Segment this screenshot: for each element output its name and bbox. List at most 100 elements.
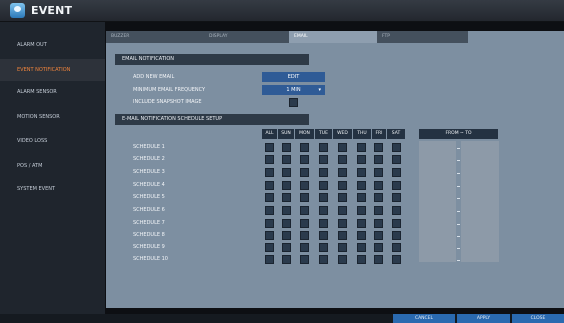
schedule-3-sat-checkbox[interactable] (392, 168, 401, 177)
schedule-8-thu-checkbox[interactable] (357, 231, 366, 240)
schedule-7-wed-checkbox[interactable] (338, 219, 347, 228)
schedule-1-mon-checkbox[interactable] (300, 143, 309, 152)
schedule-10-wed-checkbox[interactable] (338, 255, 347, 264)
schedule-6-mon-checkbox[interactable] (300, 206, 309, 215)
schedule-6-tue-checkbox[interactable] (319, 206, 328, 215)
schedule-6-wed-checkbox[interactable] (338, 206, 347, 215)
tab-buzzer[interactable]: BUZZER (106, 31, 204, 43)
schedule-7-mon-checkbox[interactable] (300, 219, 309, 228)
schedule-1-fri-checkbox[interactable] (374, 143, 383, 152)
schedule-10-tue-checkbox[interactable] (319, 255, 328, 264)
schedule-1-all-checkbox[interactable] (265, 143, 274, 152)
schedule-1-thu-checkbox[interactable] (357, 143, 366, 152)
schedule-5-tue-checkbox[interactable] (319, 193, 328, 202)
schedule-3-thu-checkbox[interactable] (357, 168, 366, 177)
schedule-5-sat-checkbox[interactable] (392, 193, 401, 202)
schedule-4-thu-checkbox[interactable] (357, 181, 366, 190)
schedule-5-fri-checkbox[interactable] (374, 193, 383, 202)
schedule-7-thu-checkbox[interactable] (357, 219, 366, 228)
schedule-7-tue-checkbox[interactable] (319, 219, 328, 228)
day-header-wed: WED (333, 129, 353, 139)
schedule-10-all-checkbox[interactable] (265, 255, 274, 264)
schedule-1-wed-checkbox[interactable] (338, 143, 347, 152)
schedule-5-all-checkbox[interactable] (265, 193, 274, 202)
schedule-4-all-checkbox[interactable] (265, 181, 274, 190)
schedule-9-thu-checkbox[interactable] (357, 243, 366, 252)
day-header-sun: SUN (278, 129, 295, 139)
schedule-10-sun-checkbox[interactable] (282, 255, 291, 264)
schedule-row-label: SCHEDULE 8 (133, 232, 165, 238)
schedule-6-thu-checkbox[interactable] (357, 206, 366, 215)
schedule-8-fri-checkbox[interactable] (374, 231, 383, 240)
schedule-9-sat-checkbox[interactable] (392, 243, 401, 252)
schedule-5-thu-checkbox[interactable] (357, 193, 366, 202)
schedule-9-tue-checkbox[interactable] (319, 243, 328, 252)
close-button[interactable]: CLOSE (512, 314, 564, 323)
schedule-8-sun-checkbox[interactable] (282, 231, 291, 240)
schedule-2-mon-checkbox[interactable] (300, 155, 309, 164)
schedule-10-thu-checkbox[interactable] (357, 255, 366, 264)
schedule-4-sun-checkbox[interactable] (282, 181, 291, 190)
apply-button[interactable]: APPLY (457, 314, 510, 323)
sidebar-item-event-notification[interactable]: EVENT NOTIFICATION (0, 59, 105, 81)
schedule-2-thu-checkbox[interactable] (357, 155, 366, 164)
schedule-3-mon-checkbox[interactable] (300, 168, 309, 177)
sidebar-item-video-loss[interactable]: VIDEO LOSS (0, 130, 105, 152)
schedule-4-wed-checkbox[interactable] (338, 181, 347, 190)
schedule-4-sat-checkbox[interactable] (392, 181, 401, 190)
schedule-10-fri-checkbox[interactable] (374, 255, 383, 264)
schedule-5-wed-checkbox[interactable] (338, 193, 347, 202)
schedule-8-wed-checkbox[interactable] (338, 231, 347, 240)
schedule-10-mon-checkbox[interactable] (300, 255, 309, 264)
schedule-9-wed-checkbox[interactable] (338, 243, 347, 252)
schedule-7-fri-checkbox[interactable] (374, 219, 383, 228)
schedule-3-sun-checkbox[interactable] (282, 168, 291, 177)
sidebar-item-pos-atm[interactable]: POS / ATM (0, 155, 105, 177)
schedule-3-wed-checkbox[interactable] (338, 168, 347, 177)
schedule-6-sun-checkbox[interactable] (282, 206, 291, 215)
tab-display[interactable]: DISPLAY (204, 31, 289, 43)
schedule-4-mon-checkbox[interactable] (300, 181, 309, 190)
schedule-2-tue-checkbox[interactable] (319, 155, 328, 164)
tab-ftp[interactable]: FTP (377, 31, 468, 43)
schedule-1-sat-checkbox[interactable] (392, 143, 401, 152)
schedule-1-sun-checkbox[interactable] (282, 143, 291, 152)
schedule-3-tue-checkbox[interactable] (319, 168, 328, 177)
schedule-6-fri-checkbox[interactable] (374, 206, 383, 215)
schedule-8-all-checkbox[interactable] (265, 231, 274, 240)
email-frequency-select[interactable]: 1 MIN ▾ (262, 85, 325, 95)
schedule-3-all-checkbox[interactable] (265, 168, 274, 177)
cancel-button[interactable]: CANCEL (393, 314, 455, 323)
schedule-9-all-checkbox[interactable] (265, 243, 274, 252)
schedule-10-sat-checkbox[interactable] (392, 255, 401, 264)
schedule-2-sun-checkbox[interactable] (282, 155, 291, 164)
sidebar-item-motion-sensor[interactable]: MOTION SENSOR (0, 106, 105, 128)
schedule-7-sat-checkbox[interactable] (392, 219, 401, 228)
schedule-7-all-checkbox[interactable] (265, 219, 274, 228)
edit-button[interactable]: EDIT (262, 72, 325, 82)
schedule-6-all-checkbox[interactable] (265, 206, 274, 215)
tab-email[interactable]: EMAIL (289, 31, 377, 43)
schedule-4-fri-checkbox[interactable] (374, 181, 383, 190)
schedule-2-fri-checkbox[interactable] (374, 155, 383, 164)
sidebar-item-alarm-sensor[interactable]: ALARM SENSOR (0, 81, 105, 103)
schedule-6-sat-checkbox[interactable] (392, 206, 401, 215)
schedule-9-fri-checkbox[interactable] (374, 243, 383, 252)
schedule-5-sun-checkbox[interactable] (282, 193, 291, 202)
schedule-8-mon-checkbox[interactable] (300, 231, 309, 240)
schedule-2-all-checkbox[interactable] (265, 155, 274, 164)
schedule-9-sun-checkbox[interactable] (282, 243, 291, 252)
schedule-4-tue-checkbox[interactable] (319, 181, 328, 190)
snapshot-checkbox[interactable] (289, 98, 298, 107)
sidebar-item-alarm-out[interactable]: ALARM OUT (0, 34, 105, 56)
schedule-8-tue-checkbox[interactable] (319, 231, 328, 240)
schedule-3-fri-checkbox[interactable] (374, 168, 383, 177)
schedule-5-mon-checkbox[interactable] (300, 193, 309, 202)
schedule-2-wed-checkbox[interactable] (338, 155, 347, 164)
schedule-1-tue-checkbox[interactable] (319, 143, 328, 152)
schedule-2-sat-checkbox[interactable] (392, 155, 401, 164)
schedule-7-sun-checkbox[interactable] (282, 219, 291, 228)
sidebar-item-system-event[interactable]: SYSTEM EVENT (0, 178, 105, 200)
schedule-8-sat-checkbox[interactable] (392, 231, 401, 240)
schedule-9-mon-checkbox[interactable] (300, 243, 309, 252)
